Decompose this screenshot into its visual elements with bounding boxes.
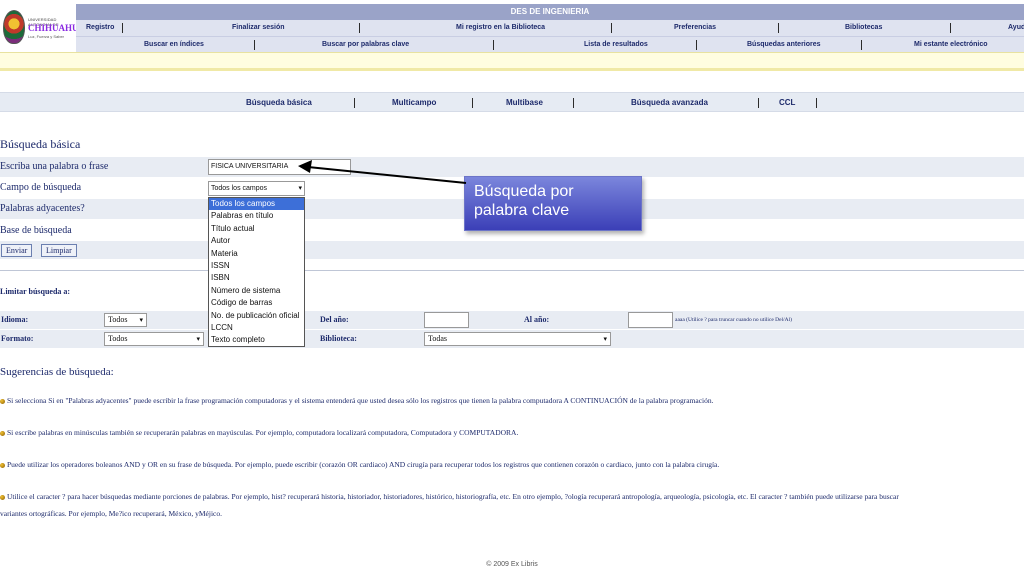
arrow-line <box>307 166 467 184</box>
arrowhead-icon <box>298 160 312 173</box>
callout-arrow <box>298 160 467 184</box>
